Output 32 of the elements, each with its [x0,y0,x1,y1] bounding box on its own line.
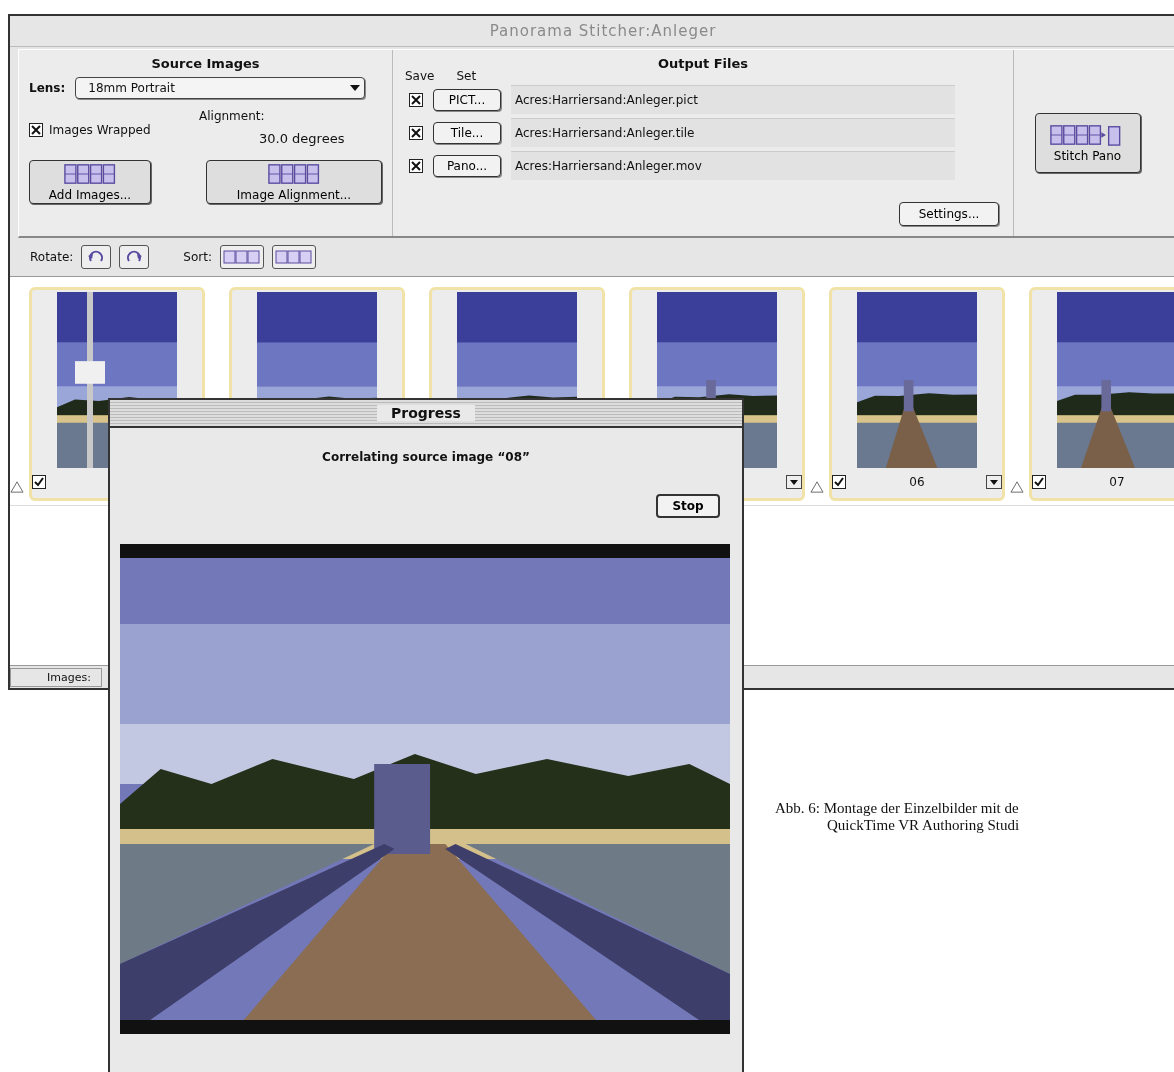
dialog-title: Progress [377,405,475,421]
file-path-field[interactable]: Acres:Harriersand:Anleger.mov [511,151,955,180]
figure-caption: Abb. 6: Montage der Einzelbilder mit de [775,800,1020,817]
checkbox-label: Images Wrapped [49,123,151,137]
thumbnail-card[interactable]: 06 [829,287,1005,501]
set-file-button[interactable]: Pano... [433,154,501,177]
lens-dropdown[interactable]: 18mm Portrait [75,77,366,99]
set-file-button[interactable]: Tile... [433,121,501,144]
status-label: Images: [10,667,102,687]
file-path-field[interactable]: Acres:Harriersand:Anleger.pict [511,85,955,114]
column-label: Set [456,69,477,83]
section-heading: Source Images [150,56,261,71]
thumbnail-label: 07 [1109,475,1125,489]
alignment-label: Alignment: [199,109,266,123]
file-path-field[interactable]: Acres:Harriersand:Anleger.tile [511,118,955,147]
thumbnail-label: 06 [909,475,925,489]
sort-label: Sort: [183,250,212,264]
lens-label: Lens: [29,81,66,95]
figure-caption: QuickTime VR Authoring Studi [826,817,1020,834]
stitch-pano-button[interactable]: Stitch Pano [1034,113,1141,173]
rotate-label: Rotate: [30,250,74,264]
thumbnail-card[interactable]: 07 [1029,287,1174,501]
image-alignment-button[interactable]: Image Alignment... [206,160,382,204]
alignment-value: 30.0 degrees [258,131,346,146]
settings-button[interactable]: Settings... [899,202,999,226]
window-title: Panorama Stitcher:Anleger [10,16,1174,47]
set-file-button[interactable]: PICT... [433,88,501,111]
stop-button[interactable]: Stop [656,494,720,518]
add-images-button[interactable]: Add Images... [29,160,151,204]
column-label: Save [405,69,435,83]
progress-message: Correlating source image “08” [321,450,531,464]
section-heading: Output Files [656,56,750,71]
